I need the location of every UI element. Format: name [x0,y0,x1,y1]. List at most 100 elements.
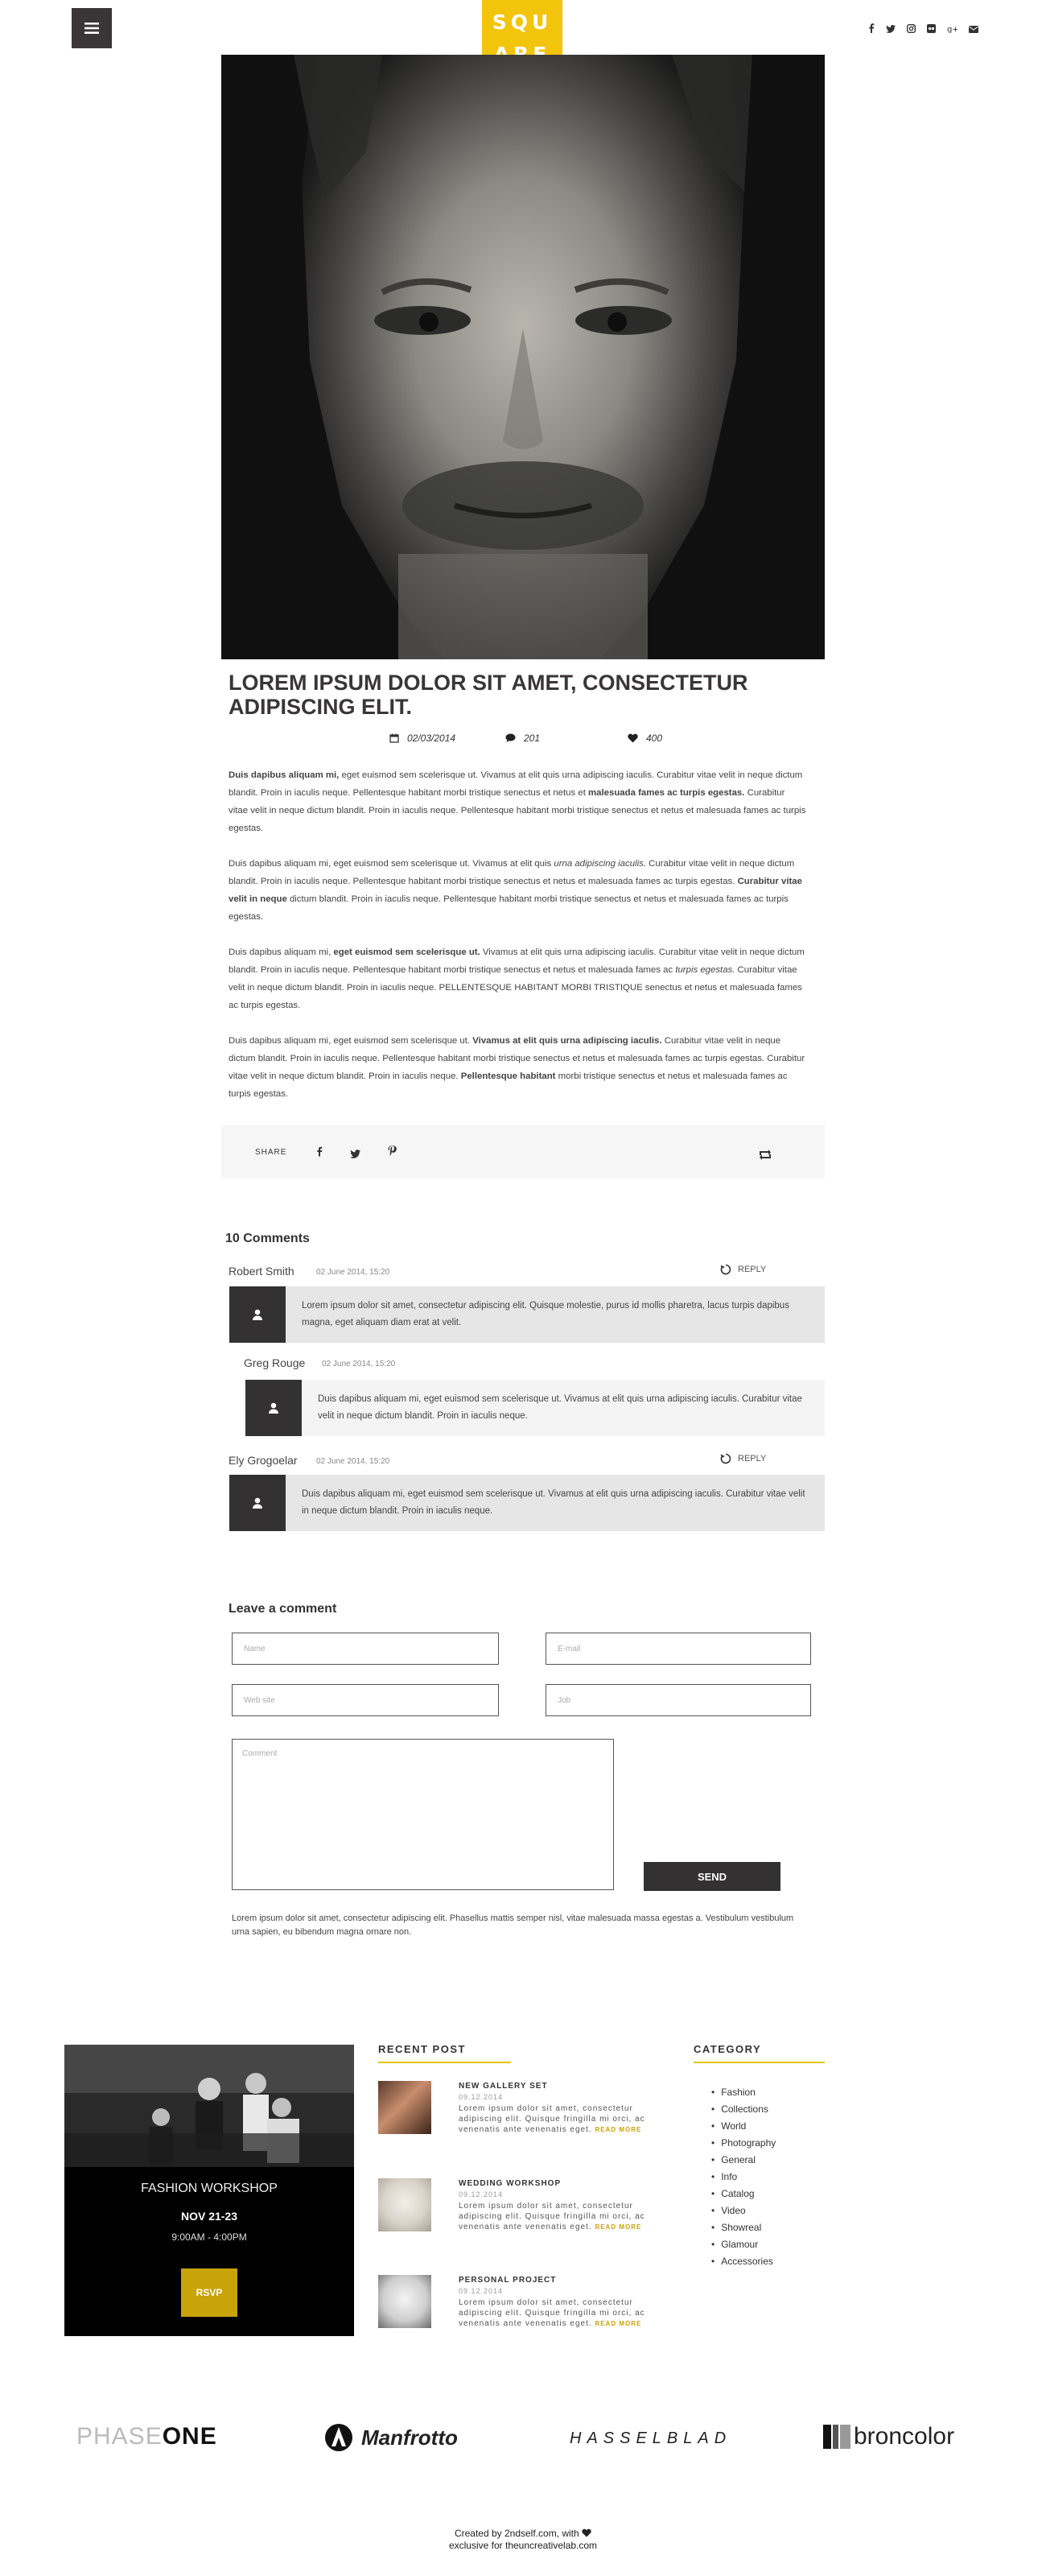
email-field[interactable] [546,1633,811,1665]
google-plus-icon[interactable]: g+ [947,23,959,37]
leave-comment-heading: Leave a comment [229,1602,337,1616]
category-heading: CATEGORY [694,2043,825,2063]
website-field[interactable] [232,1684,499,1716]
menu-button[interactable] [72,8,112,48]
social-links: g+ [868,23,978,37]
workshop-time: 9:00AM - 4:00PM [171,2231,247,2243]
logo-line-1: SQU [492,10,553,34]
comment-author-name: Robert Smith [229,1265,294,1278]
hero-portrait-image [221,55,825,659]
post-thumbnail[interactable] [378,2275,431,2328]
broncolor-wordmark: broncolor [854,2423,955,2450]
hasselblad-logo[interactable]: HASSELBLAD [570,2429,731,2448]
send-button[interactable]: SEND [644,1862,780,1891]
instagram-icon[interactable] [906,23,916,37]
share-pinterest-icon[interactable] [388,1146,397,1161]
post-excerpt: Lorem ipsum dolor sit amet, consectetur … [459,2201,668,2232]
user-icon [269,1402,278,1414]
workshop-title: FASHION WORKSHOP [141,2182,278,2195]
manfrotto-mark-icon [325,2424,352,2451]
comments-heading: 10 Comments [225,1232,310,1245]
article-body: Duis dapibus aliquam mi, eget euismod se… [229,766,806,1121]
comment-date: 02 June 2014, 15:20 [316,1268,390,1277]
post-title[interactable]: PERSONAL PROJECT [459,2276,556,2285]
post-title[interactable]: WEDDING WORKSHOP [459,2179,561,2188]
repost-icon[interactable] [759,1150,772,1164]
post-date: 09.12.2014 [459,2190,504,2198]
manfrotto-logo[interactable]: Manfrotto [324,2423,458,2452]
category-item[interactable]: Photography [711,2135,776,2152]
broncolor-mark-icon [823,2425,850,2449]
read-more-link[interactable]: READ MORE [595,2320,641,2327]
post-thumbnail[interactable] [378,2178,431,2231]
reply-button[interactable]: REPLY [720,1453,766,1464]
svg-text:g+: g+ [947,26,957,34]
comment-bubble-icon [505,733,516,742]
article-comments-count[interactable]: 201 [505,733,540,744]
category-list: Fashion Collections World Photography Ge… [711,2084,776,2270]
article-paragraph: Duis dapibus aliquam mi, eget euismod se… [229,1032,806,1103]
category-item[interactable]: Info [711,2169,776,2186]
read-more-link[interactable]: READ MORE [595,2223,641,2231]
user-icon [253,1497,262,1509]
post-thumbnail[interactable] [378,2081,431,2134]
comment-author: Greg Rouge [244,1356,305,1371]
facebook-icon[interactable] [868,23,875,37]
article-date-text: 02/03/2014 [407,733,456,744]
reply-icon [720,1453,731,1464]
share-label: SHARE [255,1148,287,1157]
phaseone-logo[interactable]: PHASEONE [76,2423,217,2450]
reply-icon [720,1264,731,1275]
workshop-promo: FASHION WORKSHOP NOV 21-23 9:00AM - 4:00… [64,2045,354,2336]
article-text: Duis dapibus aliquam mi, eget euismod se… [229,859,554,869]
comment-author-name: Greg Rouge [244,1356,306,1369]
broncolor-logo[interactable]: broncolor [823,2423,954,2450]
article-text: dictum blandit. Proin in iaculis neque. … [229,894,789,922]
hamburger-icon [84,23,99,34]
reply-button[interactable]: REPLY [720,1264,766,1275]
read-more-link[interactable]: READ MORE [595,2126,641,2133]
article-emphasis: Pellentesque habitant [460,1071,556,1081]
name-field[interactable] [232,1633,499,1665]
comment-text: Duis dapibus aliquam mi, eget euismod se… [302,1489,805,1516]
category-item[interactable]: General [711,2152,776,2169]
share-facebook-icon[interactable] [316,1146,323,1161]
avatar [229,1286,286,1343]
twitter-icon[interactable] [886,23,896,37]
comment-text: Lorem ipsum dolor sit amet, consectetur … [302,1301,789,1327]
rsvp-button[interactable]: RSVP [181,2268,237,2317]
category-item[interactable]: Glamour [711,2236,776,2253]
category-item[interactable]: Video [711,2202,776,2219]
category-item[interactable]: Showreal [711,2219,776,2236]
reply-label: REPLY [738,1265,767,1274]
comment-body: Duis dapibus aliquam mi, eget euismod se… [245,1380,825,1436]
share-bar: SHARE [221,1125,825,1179]
article-likes[interactable]: 400 [628,733,662,744]
category-item[interactable]: Fashion [711,2084,776,2101]
phaseone-logo-part: PHASE [76,2423,163,2450]
workshop-date: NOV 21-23 [180,2210,238,2223]
job-field[interactable] [546,1684,811,1716]
comment-author-name: Ely Grogoelar [229,1454,298,1467]
flickr-icon[interactable] [927,23,936,37]
category-item[interactable]: Accessories [711,2253,776,2270]
comment-body: Duis dapibus aliquam mi, eget euismod se… [229,1475,825,1531]
category-item[interactable]: Collections [711,2101,776,2118]
avatar [229,1475,286,1531]
footer-exclusive: exclusive for theuncreativelab.com [448,2540,598,2551]
email-icon[interactable] [969,23,978,37]
post-excerpt: Lorem ipsum dolor sit amet, consectetur … [459,2297,668,2329]
article-date: 02/03/2014 [389,733,455,744]
calendar-icon [389,733,399,743]
category-item[interactable]: Catalog [711,2186,776,2202]
comment-field[interactable] [232,1739,614,1890]
footer: Created by 2ndself.com, with exclusive f… [0,2528,1046,2552]
manfrotto-wordmark: Manfrotto [361,2425,458,2450]
article-paragraph: Duis dapibus aliquam mi, eget euismod se… [229,943,806,1014]
article-paragraph: Duis dapibus aliquam mi, eget euismod se… [229,855,806,926]
post-title[interactable]: NEW GALLERY SET [459,2082,548,2091]
share-twitter-icon[interactable] [350,1148,360,1162]
category-item[interactable]: World [711,2118,776,2135]
comment-body: Lorem ipsum dolor sit amet, consectetur … [229,1286,825,1343]
reply-label: REPLY [738,1454,767,1463]
